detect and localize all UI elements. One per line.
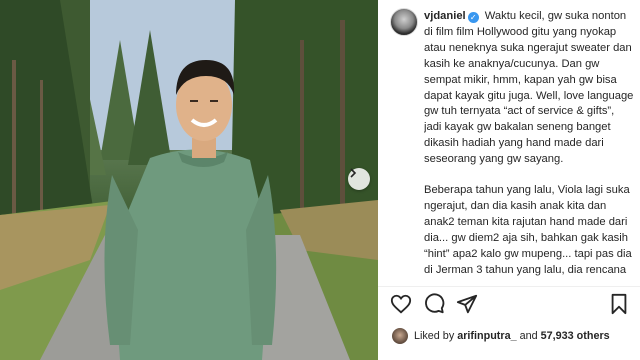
caption-text-1: Waktu kecil, gw suka nonton di film film…: [424, 10, 634, 166]
divider: [378, 286, 640, 287]
liker-username-link[interactable]: arifinputra_: [457, 330, 516, 342]
photo-scene: [0, 0, 378, 360]
likes-summary: Liked by arifinputra_ and 57,933 others: [392, 327, 610, 345]
share-icon: [456, 294, 478, 314]
save-button[interactable]: [608, 293, 630, 315]
share-button[interactable]: [456, 293, 478, 315]
likes-middle: and: [516, 330, 541, 342]
chevron-right-icon: [350, 168, 357, 178]
comment-button[interactable]: [423, 293, 445, 315]
liker-avatar[interactable]: [392, 328, 408, 344]
comment-icon: [425, 293, 445, 314]
username-link[interactable]: vjdaniel: [424, 10, 466, 22]
caption-paragraph-1: vjdaniel ✓ Waktu kecil, gw suka nonton di…: [424, 9, 634, 168]
carousel-next-button[interactable]: [348, 168, 370, 190]
post-sidebar: vjdaniel ✓ Waktu kecil, gw suka nonton di…: [378, 0, 640, 360]
caption-text-2: Beberapa tahun yang lalu, Viola lagi suk…: [424, 184, 632, 281]
like-button[interactable]: [390, 293, 412, 315]
bookmark-icon: [611, 293, 627, 315]
likes-count-link[interactable]: 57,933 others: [541, 330, 610, 342]
caption-area: vjdaniel ✓ Waktu kecil, gw suka nonton di…: [424, 9, 634, 281]
caption-paragraph-2: Beberapa tahun yang lalu, Viola lagi suk…: [424, 183, 634, 281]
action-bar: [390, 293, 628, 317]
verified-badge-icon: ✓: [467, 12, 479, 23]
likes-prefix: Liked by: [414, 330, 455, 342]
heart-icon: [390, 294, 412, 314]
avatar[interactable]: [390, 8, 418, 36]
post-photo[interactable]: [0, 0, 378, 360]
